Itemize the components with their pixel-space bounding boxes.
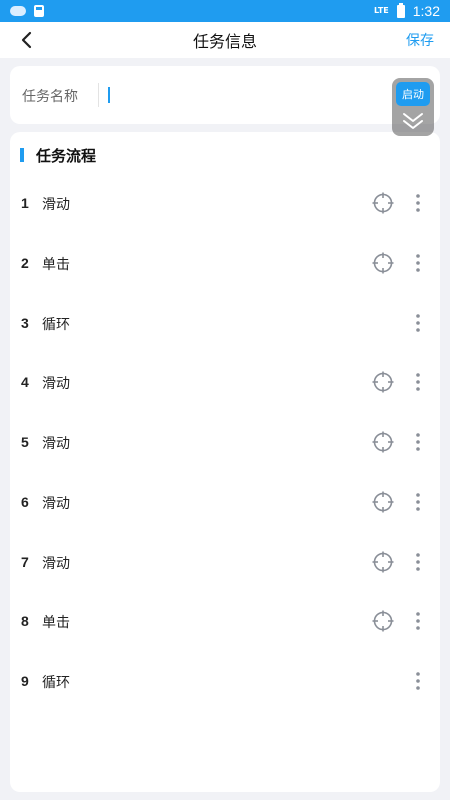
step-number: 4 (21, 374, 29, 391)
app-header: 任务信息 保存 (0, 22, 450, 58)
sim-card-icon (34, 5, 44, 17)
step-number: 1 (21, 195, 29, 211)
step-label: 单击 (42, 615, 70, 632)
more-vertical-icon[interactable] (411, 670, 425, 692)
text-caret (108, 87, 110, 103)
more-vertical-icon[interactable] (411, 192, 425, 214)
more-vertical-icon[interactable] (411, 252, 425, 274)
crosshair-icon[interactable] (372, 610, 394, 632)
start-button[interactable]: 启动 (396, 82, 430, 106)
more-vertical-icon[interactable] (411, 610, 425, 632)
flow-step-row[interactable]: 4 滑动 (10, 352, 440, 412)
step-number: 5 (21, 434, 29, 450)
more-vertical-icon[interactable] (411, 491, 425, 513)
flow-step-row[interactable]: 9 循环 (10, 651, 440, 711)
floating-launcher[interactable]: 启动 (392, 78, 434, 136)
step-label: 滑动 (42, 436, 70, 452)
step-label: 单击 (42, 256, 70, 273)
status-bar: LTE 1:32 (0, 0, 450, 22)
flow-step-row[interactable]: 2 单击 (10, 233, 440, 293)
step-label: 滑动 (42, 495, 70, 512)
flow-step-list: 1 滑动 2 单击 3 循环 4 滑动 5 滑动 6 滑动 7 滑动 8 单击 … (10, 173, 440, 711)
crosshair-icon[interactable] (372, 371, 394, 393)
step-number: 7 (21, 553, 29, 570)
crosshair-icon[interactable] (372, 431, 394, 453)
section-accent-bar (20, 148, 24, 162)
chevron-left-icon (21, 31, 32, 49)
page-title: 任务信息 (192, 32, 257, 51)
task-flow-card: 任务流程 1 滑动 2 单击 3 循环 4 滑动 5 滑动 6 滑动 7 滑动 … (10, 132, 440, 792)
step-label: 滑动 (42, 197, 70, 213)
network-type: LTE (374, 6, 389, 15)
step-label: 滑动 (42, 555, 70, 572)
step-number: 3 (21, 314, 29, 331)
step-number: 6 (21, 493, 29, 510)
step-label: 循环 (42, 316, 70, 333)
crosshair-icon[interactable] (372, 192, 394, 214)
flow-step-row[interactable]: 6 滑动 (10, 472, 440, 532)
flow-step-row[interactable]: 1 滑动 (10, 173, 440, 233)
step-number: 9 (21, 673, 29, 689)
section-title: 任务流程 (36, 147, 97, 165)
more-vertical-icon[interactable] (411, 431, 425, 453)
step-number: 2 (21, 254, 29, 271)
step-number: 8 (21, 613, 29, 630)
back-button[interactable] (14, 26, 40, 54)
status-left (10, 5, 44, 17)
task-name-card: 任务名称 (10, 66, 440, 124)
task-name-label: 任务名称 (22, 89, 78, 105)
flow-step-row[interactable]: 5 滑动 (10, 412, 440, 472)
more-vertical-icon[interactable] (411, 551, 425, 573)
battery-icon (396, 2, 405, 18)
task-name-input[interactable] (98, 83, 408, 107)
cloud-icon (10, 6, 26, 16)
step-label: 循环 (42, 675, 70, 691)
crosshair-icon[interactable] (372, 491, 394, 513)
more-vertical-icon[interactable] (411, 312, 425, 334)
save-button[interactable]: 保存 (406, 30, 434, 50)
flow-step-row[interactable]: 8 单击 (10, 591, 440, 651)
status-time: 1:32 (412, 3, 440, 19)
status-right: LTE 1:32 (374, 2, 440, 19)
step-label: 滑动 (42, 376, 70, 393)
crosshair-icon[interactable] (372, 252, 394, 274)
more-vertical-icon[interactable] (411, 371, 425, 393)
double-chevron-down-icon[interactable] (401, 110, 425, 132)
flow-step-row[interactable]: 7 滑动 (10, 532, 440, 592)
crosshair-icon[interactable] (372, 551, 394, 573)
flow-step-row[interactable]: 3 循环 (10, 293, 440, 353)
